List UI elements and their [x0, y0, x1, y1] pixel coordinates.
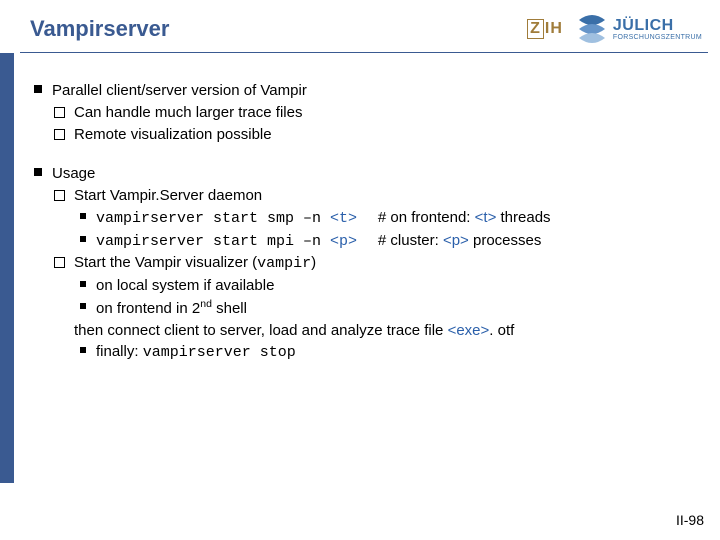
zih-logo: ZZIHIH	[527, 19, 563, 39]
cmd-smp-comment-pre: # on frontend:	[378, 209, 475, 226]
finally-cmd: vampirserver stop	[143, 344, 296, 361]
bullet-remote-vis-text: Remote visualization possible	[74, 126, 272, 143]
slide-title: Vampirserver	[20, 16, 169, 42]
cmd-mpi-comment-pre: # cluster:	[378, 232, 443, 249]
bullet-can-handle: Can handle much larger trace files	[52, 102, 708, 124]
bullet-remote-vis: Remote visualization possible	[52, 124, 708, 146]
then-pre: then connect client to server, load and …	[74, 322, 448, 339]
page-number: II-98	[676, 512, 704, 528]
cmd-mpi: vampirserver start mpi –n	[96, 233, 330, 250]
bullet-finally: finally: vampirserver stop	[74, 341, 708, 364]
bullet-on-local: on local system if available	[74, 275, 708, 297]
cmd-mpi-comment-arg: <p>	[443, 232, 469, 249]
slide-body: Parallel client/server version of Vampir…	[30, 80, 708, 382]
cmd-smp-comment-post: threads	[496, 209, 550, 226]
cmd-mpi-line: vampirserver start mpi –n <p> # cluster:…	[74, 230, 708, 253]
then-post: . otf	[489, 322, 514, 339]
then-arg: <exe>	[448, 322, 490, 339]
cmd-smp-comment-arg: <t>	[475, 209, 497, 226]
logo-group: ZZIHIH JÜLICH FORSCHUNGSZENTRUM	[527, 14, 708, 44]
bullet-usage: Usage Start Vampir.Server daemon vampirs…	[30, 163, 708, 364]
bullet-on-frontend-post: shell	[212, 300, 247, 317]
start-vis-pre: Start the Vampir visualizer (	[74, 254, 257, 271]
bullet-on-frontend: on frontend in 2nd shell	[74, 297, 708, 320]
julich-subtitle: FORSCHUNGSZENTRUM	[613, 34, 702, 41]
start-vis-cmd: vampir	[257, 255, 311, 272]
bullet-usage-text: Usage	[52, 165, 95, 182]
bullet-parallel: Parallel client/server version of Vampir…	[30, 80, 708, 145]
then-connect-line: then connect client to server, load and …	[52, 320, 708, 365]
start-vis-post: )	[311, 254, 316, 271]
bullet-on-local-text: on local system if available	[96, 277, 274, 294]
cmd-smp-line: vampirserver start smp –n <t> # on front…	[74, 207, 708, 230]
side-accent-bar	[0, 53, 14, 483]
julich-icon	[577, 14, 607, 44]
bullet-start-daemon-text: Start Vampir.Server daemon	[74, 187, 262, 204]
finally-pre: finally:	[96, 343, 143, 360]
bullet-parallel-text: Parallel client/server version of Vampir	[52, 82, 307, 99]
cmd-mpi-arg: <p>	[330, 233, 357, 250]
bullet-start-daemon: Start Vampir.Server daemon vampirserver …	[52, 185, 708, 252]
cmd-mpi-comment-post: processes	[469, 232, 542, 249]
slide-header: Vampirserver ZZIHIH JÜLICH FORSCHUNGSZEN…	[20, 0, 708, 53]
cmd-smp-arg: <t>	[330, 210, 357, 227]
bullet-on-frontend-ord: nd	[200, 298, 212, 310]
bullet-can-handle-text: Can handle much larger trace files	[74, 104, 302, 121]
julich-name: JÜLICH	[613, 18, 702, 34]
bullet-on-frontend-pre: on frontend in 2	[96, 300, 200, 317]
cmd-smp: vampirserver start smp –n	[96, 210, 330, 227]
julich-logo: JÜLICH FORSCHUNGSZENTRUM	[577, 14, 702, 44]
bullet-start-visualizer: Start the Vampir visualizer (vampir) on …	[52, 252, 708, 319]
